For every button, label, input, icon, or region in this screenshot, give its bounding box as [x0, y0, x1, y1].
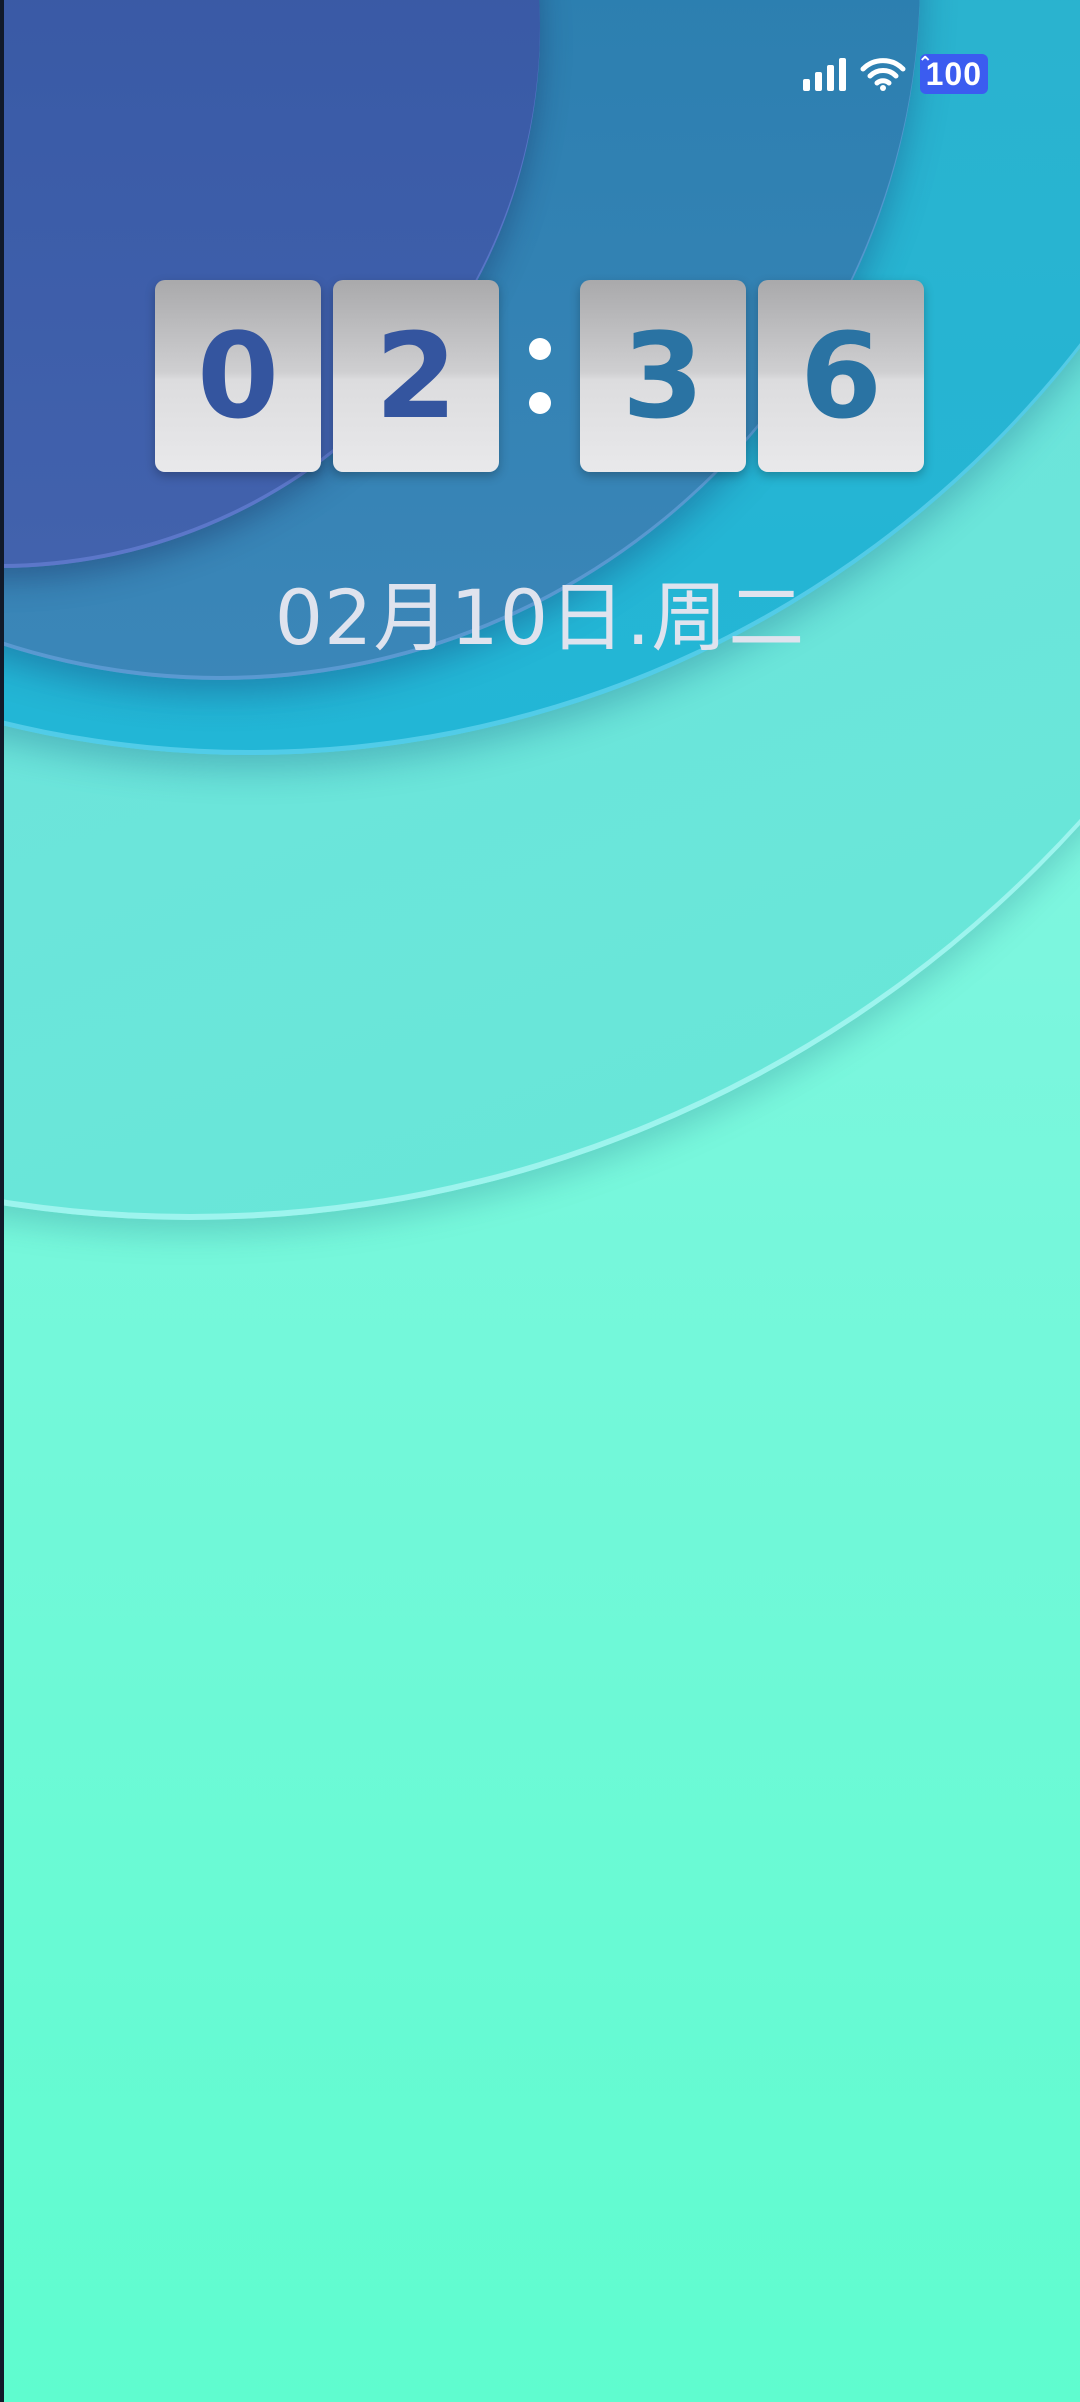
clock-colon-dot-bottom	[529, 392, 551, 414]
flip-clock: 0 2 3 6	[155, 280, 925, 472]
screen-edge	[0, 0, 4, 2402]
date-text: 02月10日.周二	[274, 573, 806, 662]
status-bar: ⌃ 100	[802, 52, 988, 96]
minute-ones-digit: 6	[758, 280, 924, 472]
clock-colon-dot-top	[529, 338, 551, 360]
battery-indicator: ⌃ 100	[918, 53, 988, 94]
battery-level-text: 100	[925, 56, 982, 92]
minute-tens-digit: 3	[580, 280, 746, 472]
hour-ones-digit: 2	[333, 280, 499, 472]
lock-screen: ⌃ 100 0 2 3 6 02月10日.周二	[0, 0, 1080, 2402]
charging-icon: ⌃	[917, 53, 934, 73]
cellular-signal-icon	[802, 57, 846, 91]
hour-tens-digit: 0	[155, 280, 321, 472]
wifi-icon	[860, 57, 906, 91]
